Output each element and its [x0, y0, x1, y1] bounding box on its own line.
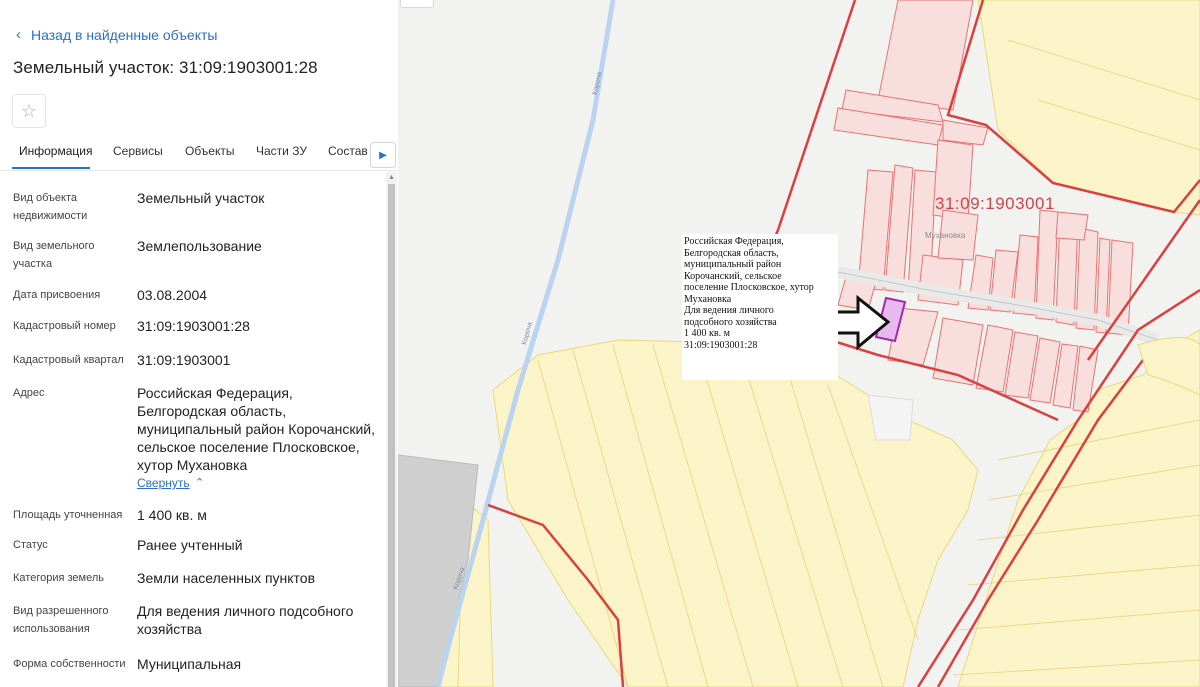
scroll-up-arrow-icon[interactable]: ▲	[386, 172, 397, 183]
parcel-popup: Российская Федерация, Белгородская облас…	[682, 234, 838, 380]
row-value: 31:09:1903001:28	[137, 318, 250, 334]
star-icon: ☆	[20, 100, 38, 121]
active-tab-indicator	[12, 167, 90, 169]
page-title: Земельный участок: 31:09:1903001:28	[13, 58, 318, 77]
row-label: Вид объекта недвижимости	[13, 192, 88, 222]
info-panel: ‹ Назад в найденные объекты Земельный уч…	[0, 0, 399, 687]
row-value: Муниципальная	[137, 656, 242, 672]
chevron-up-icon[interactable]: ⌃	[195, 476, 204, 489]
field-ne	[977, 0, 1200, 216]
row-value: Ранее учтенный	[137, 537, 243, 553]
tab-bar: Информация Сервисы Объекты Части ЗУ Сост…	[0, 134, 398, 171]
row-value: Земли населенных пунктов	[137, 570, 316, 586]
row-label: Кадастровый квартал	[13, 354, 124, 366]
row-label: Адрес	[13, 387, 45, 399]
row-value-address: Российская Федерация, Белгородская облас…	[137, 385, 375, 473]
row-value: 1 400 кв. м	[137, 507, 207, 523]
row-label: Категория земель	[13, 572, 104, 584]
tab-info[interactable]: Информация	[19, 144, 92, 158]
scroll-thumb[interactable]	[388, 184, 395, 687]
row-value: Земельный участок	[137, 190, 265, 206]
tabs-next-button[interactable]: ▶	[370, 142, 396, 168]
row-value: 03.08.2004	[137, 287, 208, 303]
map-control-button[interactable]	[400, 0, 434, 8]
tab-objects[interactable]: Объекты	[185, 144, 235, 158]
scrollbar[interactable]: ▲	[386, 172, 397, 687]
favorite-button[interactable]: ☆	[12, 94, 46, 128]
popup-text: Российская Федерация, Белгородская облас…	[684, 236, 814, 351]
collapse-link[interactable]: Свернуть	[137, 476, 190, 490]
row-value: Для ведения личного подсобного хозяйства	[137, 603, 354, 637]
tab-parts[interactable]: Части ЗУ	[256, 144, 307, 158]
row-value: Землепользование	[137, 238, 262, 254]
row-label: Дата присвоения	[13, 289, 101, 301]
back-link[interactable]: ‹ Назад в найденные объекты	[16, 26, 218, 44]
info-table: Вид объекта недвижимости Земельный участ…	[0, 172, 384, 687]
row-label: Площадь уточненная	[13, 509, 123, 521]
row-label: Форма собственности	[13, 658, 126, 670]
tab-services[interactable]: Сервисы	[113, 144, 163, 158]
row-label: Вид земельного участка	[13, 240, 95, 270]
row-value: 31:09:1903001	[137, 352, 231, 368]
back-link-label: Назад в найденные объекты	[31, 27, 218, 43]
row-label: Вид разрешенного использования	[13, 605, 109, 635]
field-center	[492, 339, 979, 687]
village-label: Мухановка	[925, 231, 966, 240]
map-view[interactable]: 31:09:1903001 Мухановка Короча Короча Ко…	[398, 0, 1200, 687]
row-label: Статус	[13, 539, 48, 551]
tab-composition[interactable]: Состав	[328, 144, 368, 158]
row-label: Кадастровый номер	[13, 320, 116, 332]
quarter-label: 31:09:1903001	[935, 194, 1055, 213]
arrow-right-icon: ▶	[379, 149, 387, 161]
chevron-left-icon: ‹	[16, 26, 21, 43]
